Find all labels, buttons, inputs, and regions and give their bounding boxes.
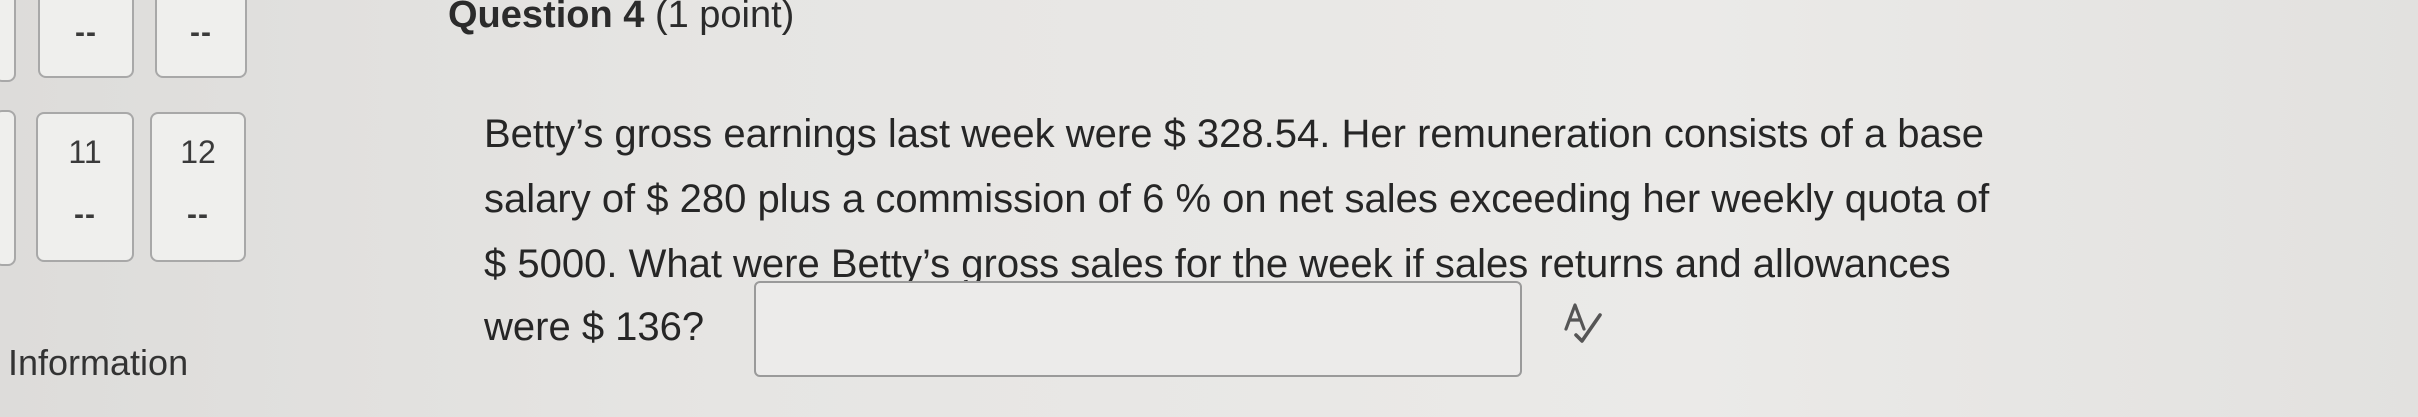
nav-tile-status: --	[190, 16, 212, 49]
nav-tile-number: 12	[180, 134, 216, 170]
question-number: Question 4	[448, 0, 645, 36]
nav-tile-prev-1[interactable]: --	[38, 0, 134, 78]
answer-row: were $ 136?	[484, 281, 2184, 377]
quiz-page: -- -- 11 -- 12 -- Information Question 4…	[0, 0, 2418, 417]
question-text-line: were $ 136?	[484, 305, 705, 349]
nav-tile-status: --	[75, 16, 97, 49]
nav-tile-12[interactable]: 12 --	[150, 112, 246, 262]
nav-tile-status: --	[74, 198, 96, 231]
spellcheck-icon[interactable]	[1560, 299, 1606, 345]
information-label[interactable]: Information	[8, 342, 188, 384]
nav-tile-number: 11	[68, 134, 102, 170]
nav-tile-status: --	[187, 198, 209, 231]
question-points: (1 point)	[654, 0, 795, 36]
nav-tile-partial[interactable]	[0, 0, 16, 82]
nav-tile-11[interactable]: 11 --	[36, 112, 134, 262]
nav-tile-partial[interactable]	[0, 110, 16, 266]
question-body: Betty’s gross earnings last week were $ …	[484, 102, 2184, 377]
question-text-line: Betty’s gross earnings last week were $ …	[484, 112, 1985, 156]
question-navigator: -- -- 11 -- 12 -- Information	[0, 0, 260, 417]
question-text-line: salary of $ 280 plus a commission of 6 %…	[484, 177, 1990, 221]
question-title: Question 4 (1 point)	[448, 0, 794, 37]
nav-tile-prev-2[interactable]: --	[155, 0, 247, 78]
answer-input[interactable]	[754, 281, 1522, 377]
